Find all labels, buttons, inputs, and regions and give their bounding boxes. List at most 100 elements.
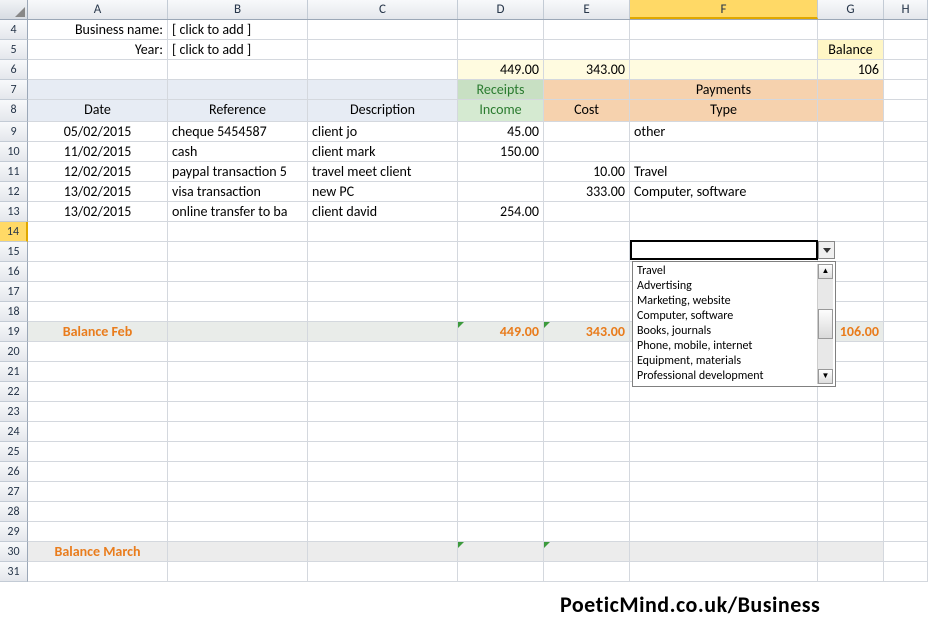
cell-E31[interactable] <box>544 562 630 582</box>
cell-H15[interactable] <box>884 242 928 262</box>
cell-B18[interactable] <box>168 302 308 322</box>
row-header-21[interactable]: 21 <box>0 362 28 382</box>
cell-E4[interactable] <box>544 20 630 40</box>
cell-H17[interactable] <box>884 282 928 302</box>
cell-B26[interactable] <box>168 462 308 482</box>
cell-G30[interactable] <box>818 542 884 562</box>
cell-D18[interactable] <box>458 302 544 322</box>
cell-F26[interactable] <box>630 462 818 482</box>
cell-A29[interactable] <box>28 522 168 542</box>
select-all-triangle[interactable] <box>0 0 28 19</box>
row-header-17[interactable]: 17 <box>0 282 28 302</box>
cell-B27[interactable] <box>168 482 308 502</box>
cell-G5[interactable]: Balance <box>818 40 884 60</box>
cell-E26[interactable] <box>544 462 630 482</box>
row-header-19[interactable]: 19 <box>0 322 28 342</box>
cell-A18[interactable] <box>28 302 168 322</box>
row-header-28[interactable]: 28 <box>0 502 28 522</box>
cell-H4[interactable] <box>884 20 928 40</box>
cell-E21[interactable] <box>544 362 630 382</box>
cell-E17[interactable] <box>544 282 630 302</box>
cell-B7[interactable] <box>168 80 308 100</box>
cell-A27[interactable] <box>28 482 168 502</box>
dropdown-scrollbar[interactable]: ▲ ▼ <box>817 264 833 384</box>
cell-D12[interactable] <box>458 182 544 202</box>
cell-B5[interactable]: [ click to add ] <box>168 40 308 60</box>
cell-H21[interactable] <box>884 362 928 382</box>
row-header-29[interactable]: 29 <box>0 522 28 542</box>
cell-C23[interactable] <box>308 402 458 422</box>
cell-F24[interactable] <box>630 422 818 442</box>
cell-C20[interactable] <box>308 342 458 362</box>
row-header-25[interactable]: 25 <box>0 442 28 462</box>
row-header-7[interactable]: 7 <box>0 80 28 100</box>
cell-C31[interactable] <box>308 562 458 582</box>
row-header-27[interactable]: 27 <box>0 482 28 502</box>
cell-E14[interactable] <box>544 222 630 242</box>
cell-H16[interactable] <box>884 262 928 282</box>
cell-E6[interactable]: 343.00 <box>544 60 630 80</box>
cell-F27[interactable] <box>630 482 818 502</box>
cell-G11[interactable] <box>818 162 884 182</box>
cell-H18[interactable] <box>884 302 928 322</box>
cell-G29[interactable] <box>818 522 884 542</box>
cell-A13[interactable]: 13/02/2015 <box>28 202 168 222</box>
dropdown-option[interactable]: Computer, software <box>637 309 815 324</box>
cell-E18[interactable] <box>544 302 630 322</box>
data-validation-dropdown-button[interactable] <box>818 241 835 259</box>
cell-E30[interactable] <box>544 542 630 562</box>
cell-D5[interactable] <box>458 40 544 60</box>
cell-E20[interactable] <box>544 342 630 362</box>
cell-B6[interactable] <box>168 60 308 80</box>
cell-D10[interactable]: 150.00 <box>458 142 544 162</box>
cell-F8[interactable]: Type <box>630 100 818 122</box>
cell-H22[interactable] <box>884 382 928 402</box>
cell-B13[interactable]: online transfer to ba <box>168 202 308 222</box>
cell-A15[interactable] <box>28 242 168 262</box>
cell-G9[interactable] <box>818 122 884 142</box>
col-header-H[interactable]: H <box>884 0 928 19</box>
cell-A10[interactable]: 11/02/2015 <box>28 142 168 162</box>
cell-B16[interactable] <box>168 262 308 282</box>
cell-H12[interactable] <box>884 182 928 202</box>
row-header-6[interactable]: 6 <box>0 60 28 80</box>
cell-C15[interactable] <box>308 242 458 262</box>
dropdown-option[interactable]: Phone, mobile, internet <box>637 339 815 354</box>
cell-A7[interactable] <box>28 80 168 100</box>
cell-G4[interactable] <box>818 20 884 40</box>
cell-F29[interactable] <box>630 522 818 542</box>
cell-B4[interactable]: [ click to add ] <box>168 20 308 40</box>
cell-G28[interactable] <box>818 502 884 522</box>
cell-D29[interactable] <box>458 522 544 542</box>
cell-H10[interactable] <box>884 142 928 162</box>
cell-G12[interactable] <box>818 182 884 202</box>
cell-C7[interactable] <box>308 80 458 100</box>
cell-C21[interactable] <box>308 362 458 382</box>
cell-A12[interactable]: 13/02/2015 <box>28 182 168 202</box>
cell-G24[interactable] <box>818 422 884 442</box>
cell-E7[interactable] <box>544 80 630 100</box>
cell-A5[interactable]: Year: <box>28 40 168 60</box>
cell-G27[interactable] <box>818 482 884 502</box>
cell-B8[interactable]: Reference <box>168 100 308 122</box>
cell-H25[interactable] <box>884 442 928 462</box>
cell-D26[interactable] <box>458 462 544 482</box>
row-header-23[interactable]: 23 <box>0 402 28 422</box>
cell-D11[interactable] <box>458 162 544 182</box>
cell-A21[interactable] <box>28 362 168 382</box>
row-header-14[interactable]: 14 <box>0 222 28 242</box>
row-header-9[interactable]: 9 <box>0 122 28 142</box>
cell-B21[interactable] <box>168 362 308 382</box>
cell-A8[interactable]: Date <box>28 100 168 122</box>
cell-E16[interactable] <box>544 262 630 282</box>
cell-E25[interactable] <box>544 442 630 462</box>
cell-E13[interactable] <box>544 202 630 222</box>
cell-G6[interactable]: 106 <box>818 60 884 80</box>
cell-H23[interactable] <box>884 402 928 422</box>
scroll-up-button[interactable]: ▲ <box>818 264 833 279</box>
row-header-16[interactable]: 16 <box>0 262 28 282</box>
cell-C13[interactable]: client david <box>308 202 458 222</box>
cell-C5[interactable] <box>308 40 458 60</box>
cell-F6[interactable] <box>630 60 818 80</box>
cell-E15[interactable] <box>544 242 630 262</box>
